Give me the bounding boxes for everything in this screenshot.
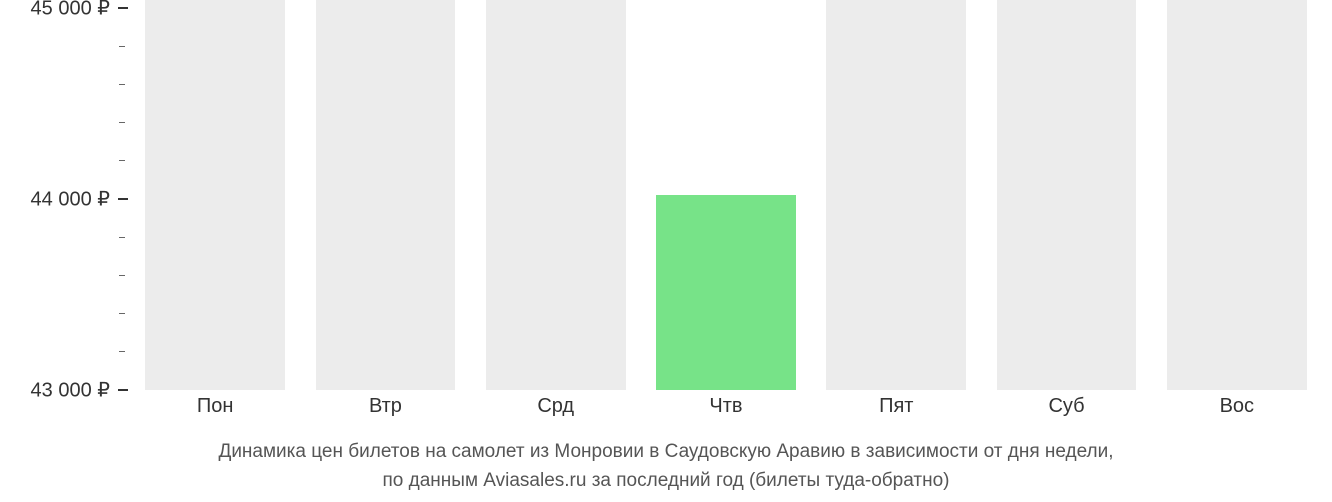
x-label-wed: Срд xyxy=(471,395,641,418)
bar-slot-wed xyxy=(471,0,641,390)
y-tick-label: 44 000 ₽ xyxy=(31,187,110,212)
y-minor-tick xyxy=(119,275,125,276)
bar-slot-thu xyxy=(641,0,811,390)
x-label-mon: Пон xyxy=(130,395,300,418)
bar-fri xyxy=(826,0,966,390)
y-minor-tick xyxy=(119,351,125,352)
x-label-sat: Суб xyxy=(981,395,1151,418)
y-tick-label: 45 000 ₽ xyxy=(31,0,110,21)
x-label-tue: Втр xyxy=(300,395,470,418)
chart-caption: Динамика цен билетов на самолет из Монро… xyxy=(0,438,1332,495)
y-axis: 43 000 ₽ 44 000 ₽ 45 000 ₽ xyxy=(0,0,120,390)
y-tick-label: 43 000 ₽ xyxy=(31,378,110,403)
bar-tue xyxy=(316,0,456,390)
caption-line-1: Динамика цен билетов на самолет из Монро… xyxy=(218,441,1113,462)
bar-slot-sat xyxy=(981,0,1151,390)
y-minor-tick xyxy=(119,313,125,314)
y-tick-mark xyxy=(118,7,128,9)
y-tick-mark xyxy=(118,389,128,391)
bar-mon xyxy=(145,0,285,390)
price-by-weekday-chart: 43 000 ₽ 44 000 ₽ 45 000 ₽ xyxy=(0,0,1332,502)
y-minor-tick xyxy=(119,237,125,238)
x-label-sun: Вос xyxy=(1152,395,1322,418)
bar-slot-sun xyxy=(1152,0,1322,390)
y-minor-tick xyxy=(119,122,125,123)
y-minor-tick xyxy=(119,84,125,85)
y-tick-mark xyxy=(118,198,128,200)
bar-thu xyxy=(656,195,796,390)
y-minor-tick xyxy=(119,160,125,161)
bar-slot-tue xyxy=(300,0,470,390)
bar-sat xyxy=(997,0,1137,390)
bar-slot-fri xyxy=(811,0,981,390)
bar-slot-mon xyxy=(130,0,300,390)
plot-area xyxy=(130,0,1322,390)
y-minor-tick xyxy=(119,46,125,47)
caption-line-2: по данным Aviasales.ru за последний год … xyxy=(383,470,950,491)
bar-wed xyxy=(486,0,626,390)
x-label-fri: Пят xyxy=(811,395,981,418)
bar-sun xyxy=(1167,0,1307,390)
x-label-thu: Чтв xyxy=(641,395,811,418)
x-axis: Пон Втр Срд Чтв Пят Суб Вос xyxy=(130,395,1322,418)
